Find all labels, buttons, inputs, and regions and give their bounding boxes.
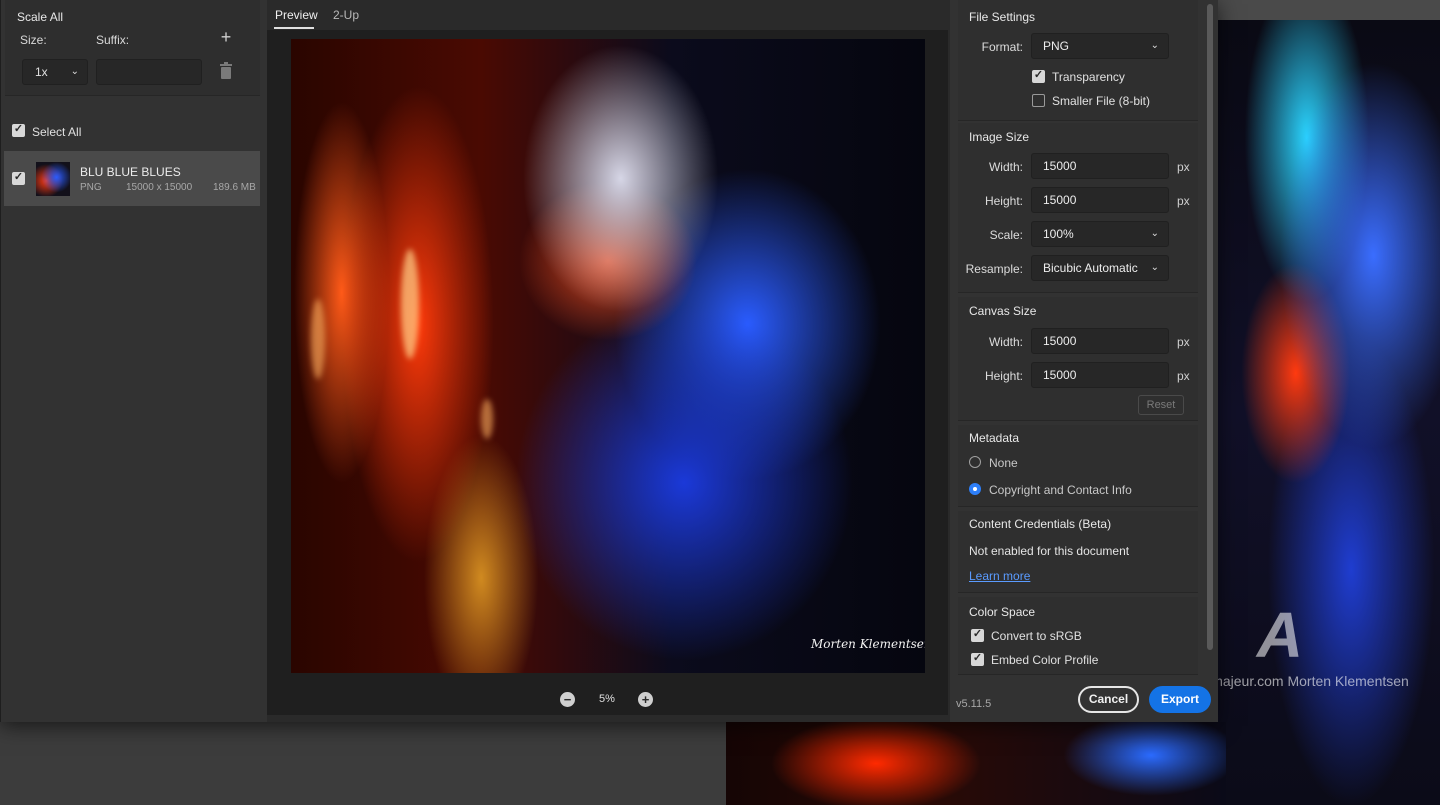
chevron-down-icon: ⌄ bbox=[1150, 40, 1159, 51]
transparency-checkbox[interactable]: ✓ bbox=[1032, 69, 1045, 83]
select-all-checkbox[interactable]: ✓ bbox=[12, 123, 25, 137]
light-glow bbox=[481, 399, 493, 439]
image-width-unit: px bbox=[1177, 160, 1190, 174]
convert-srgb-label: Convert to sRGB bbox=[991, 629, 1082, 643]
zoom-out-icon[interactable]: − bbox=[560, 692, 575, 707]
artwork-preview-image: Morten Klementsen bbox=[291, 39, 925, 673]
version-label: v5.11.5 bbox=[956, 698, 992, 710]
chevron-down-icon: ⌄ bbox=[70, 66, 79, 77]
metadata-title: Metadata bbox=[969, 431, 1020, 445]
artist-signature: Morten Klementsen bbox=[811, 637, 925, 651]
resample-label: Resample: bbox=[965, 262, 1023, 276]
light-glow bbox=[401, 249, 419, 359]
artmajeur-logo: A bbox=[1256, 599, 1304, 671]
learn-more-link[interactable]: Learn more bbox=[969, 569, 1030, 583]
asset-checkbox[interactable]: ✓ bbox=[12, 171, 25, 185]
canvas-height-input[interactable]: 15000 bbox=[1031, 362, 1169, 388]
zoom-controls: − 5% + bbox=[560, 690, 656, 710]
canvas-height-unit: px bbox=[1177, 369, 1190, 383]
select-all-row[interactable]: ✓ Select All bbox=[0, 118, 266, 144]
canvas-width-unit: px bbox=[1177, 335, 1190, 349]
asset-format: PNG bbox=[80, 182, 102, 193]
asset-row[interactable]: ✓ BLU BLUE BLUES PNG 15000 x 15000 189.6… bbox=[4, 151, 260, 206]
export-button[interactable]: Export bbox=[1149, 686, 1211, 713]
asset-dimensions: 15000 x 15000 bbox=[126, 182, 193, 193]
content-credentials-status: Not enabled for this document bbox=[969, 544, 1130, 558]
settings-scrollbar[interactable] bbox=[1207, 4, 1213, 650]
image-size-title: Image Size bbox=[969, 130, 1030, 144]
zoom-level: 5% bbox=[599, 693, 615, 705]
left-panel bbox=[1, 0, 267, 722]
suffix-input[interactable] bbox=[96, 59, 202, 85]
reset-button[interactable]: Reset bbox=[1138, 395, 1184, 415]
background-artwork-bottom bbox=[726, 722, 1226, 805]
resample-value: Bicubic Automatic bbox=[1043, 261, 1138, 275]
canvas-width-input[interactable]: 15000 bbox=[1031, 328, 1169, 354]
image-height-input[interactable]: 15000 bbox=[1031, 187, 1169, 213]
asset-thumbnail bbox=[36, 162, 70, 196]
embed-profile-checkbox[interactable]: ✓ bbox=[971, 652, 984, 666]
size-select[interactable]: 1x ⌄ bbox=[22, 59, 88, 85]
color-space-title: Color Space bbox=[969, 605, 1036, 619]
tab-2-up[interactable]: 2-Up bbox=[333, 8, 359, 22]
size-value: 1x bbox=[35, 65, 48, 79]
resample-select[interactable]: Bicubic Automatic ⌄ bbox=[1031, 255, 1169, 281]
scale-value: 100% bbox=[1043, 227, 1074, 241]
asset-file-size: 189.6 MB bbox=[213, 182, 256, 193]
cancel-button[interactable]: Cancel bbox=[1078, 686, 1139, 713]
background-toolbar-strip bbox=[1218, 0, 1440, 20]
metadata-none-radio[interactable] bbox=[969, 456, 981, 468]
size-label: Size: bbox=[20, 33, 47, 47]
scale-select[interactable]: 100% ⌄ bbox=[1031, 221, 1169, 247]
image-width-input[interactable]: 15000 bbox=[1031, 153, 1169, 179]
format-label: Format: bbox=[981, 40, 1023, 54]
image-height-unit: px bbox=[1177, 194, 1190, 208]
convert-srgb-checkbox[interactable]: ✓ bbox=[971, 628, 984, 642]
trash-icon[interactable] bbox=[218, 62, 234, 80]
embed-profile-label: Embed Color Profile bbox=[991, 653, 1099, 667]
smaller-file-label: Smaller File (8-bit) bbox=[1052, 94, 1151, 108]
scale-label: Scale: bbox=[989, 228, 1023, 242]
image-width-label: Width: bbox=[988, 160, 1023, 174]
canvas-height-label: Height: bbox=[984, 369, 1023, 383]
zoom-in-icon[interactable]: + bbox=[638, 692, 653, 707]
asset-name: BLU BLUE BLUES bbox=[80, 165, 181, 179]
metadata-copyright-label: Copyright and Contact Info bbox=[989, 483, 1132, 497]
metadata-none-label: None bbox=[989, 456, 1018, 470]
suffix-label: Suffix: bbox=[96, 33, 130, 47]
content-credentials-title: Content Credentials (Beta) bbox=[969, 517, 1112, 531]
canvas-width-label: Width: bbox=[988, 335, 1023, 349]
chevron-down-icon: ⌄ bbox=[1150, 228, 1159, 239]
canvas-size-title: Canvas Size bbox=[969, 304, 1037, 318]
scale-all-title: Scale All bbox=[17, 10, 64, 24]
active-tab-underline bbox=[274, 27, 314, 29]
format-select[interactable]: PNG ⌄ bbox=[1031, 33, 1169, 59]
select-all-label: Select All bbox=[32, 125, 82, 139]
chevron-down-icon: ⌄ bbox=[1150, 262, 1159, 273]
format-value: PNG bbox=[1043, 39, 1070, 53]
transparency-label: Transparency bbox=[1052, 70, 1125, 84]
smaller-file-checkbox[interactable] bbox=[1032, 94, 1045, 107]
add-scale-icon[interactable]: + bbox=[218, 28, 234, 46]
light-glow bbox=[311, 299, 325, 379]
metadata-copyright-radio[interactable] bbox=[969, 483, 981, 495]
file-settings-title: File Settings bbox=[969, 10, 1036, 24]
tab-preview[interactable]: Preview bbox=[275, 8, 318, 22]
image-height-label: Height: bbox=[984, 194, 1023, 208]
